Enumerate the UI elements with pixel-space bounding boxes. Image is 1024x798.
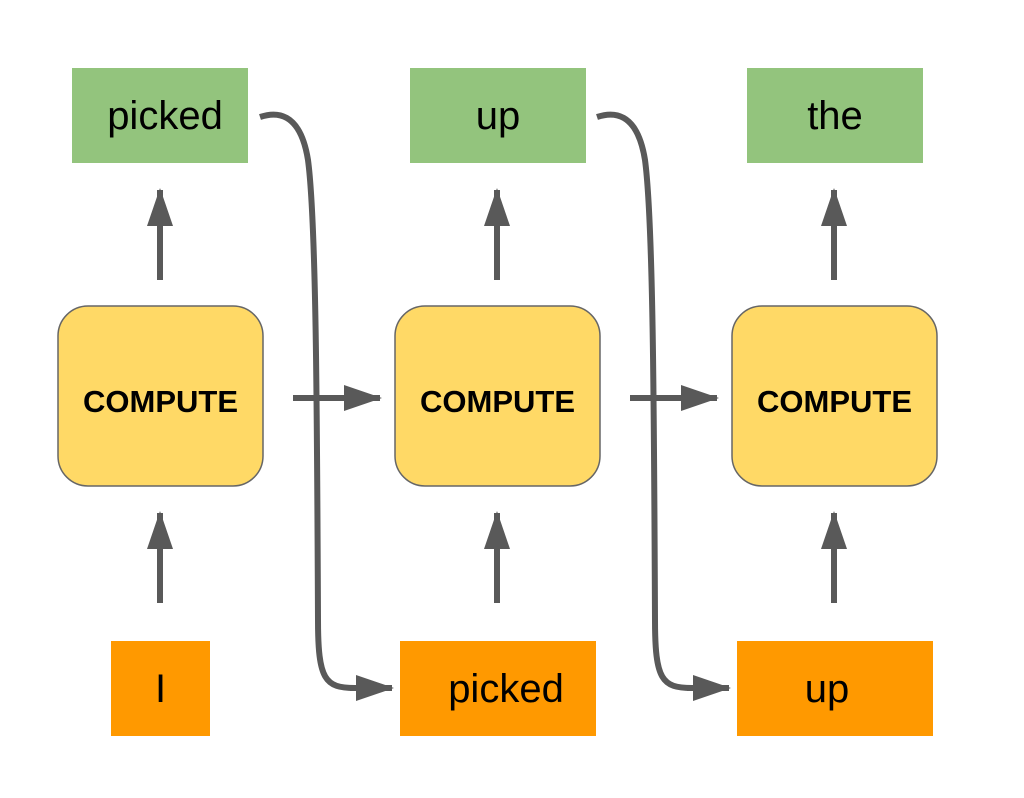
up-arrow-to-output-head xyxy=(484,188,510,226)
output-token: the xyxy=(807,94,863,138)
input-token: up xyxy=(805,667,850,711)
up-arrow-to-output-head xyxy=(147,188,173,226)
feedback-arrow xyxy=(259,111,356,691)
rnn-diagram: picked COMPUTE Iup COMPUTE picked the COMPUTE u… xyxy=(57,68,938,736)
hidden-state-arrow-head xyxy=(681,385,719,411)
compute-label: COMPUTE xyxy=(757,384,912,419)
compute-label: COMPUTE xyxy=(83,384,238,419)
hidden-state-arrow-head xyxy=(344,385,382,411)
feedback-arrow-end-head xyxy=(356,675,394,701)
up-arrow-to-output-head xyxy=(821,188,847,226)
input-token: I xyxy=(155,667,166,711)
up-arrow-to-compute-head xyxy=(147,511,173,549)
up-arrow-to-compute-head xyxy=(821,511,847,549)
up-arrow-to-compute-head xyxy=(484,511,510,549)
output-token: picked xyxy=(107,94,223,138)
input-token: picked xyxy=(448,667,564,711)
feedback-arrow xyxy=(596,111,693,691)
compute-label: COMPUTE xyxy=(420,384,575,419)
feedback-arrow-end-head xyxy=(693,675,731,701)
output-token: up xyxy=(476,94,521,138)
